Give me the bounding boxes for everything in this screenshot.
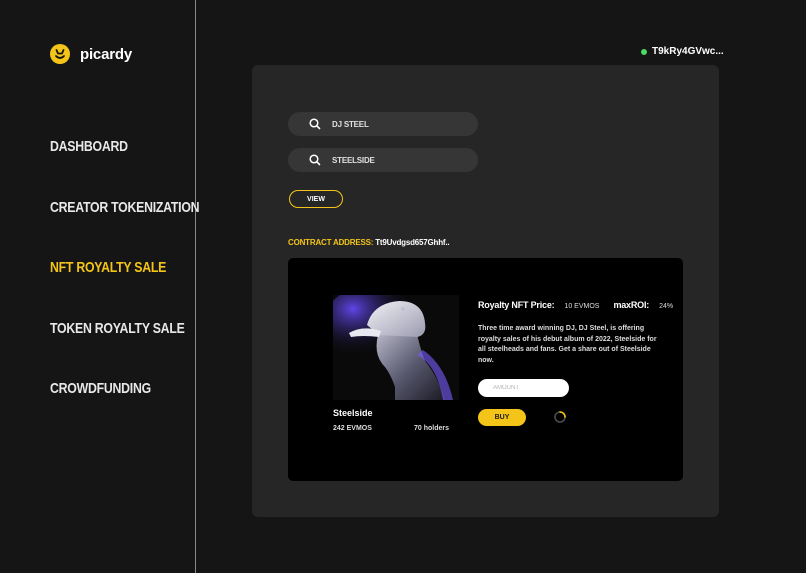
contract-address-value[interactable]: Tt9Uvdgsd657Ghhf.. [375, 238, 449, 247]
nav-item-crowdfunding[interactable]: CROWDFUNDING [50, 380, 151, 397]
wallet-address: T9kRy4GVwc... [652, 46, 724, 57]
search-icon [309, 118, 321, 130]
brand-name: picardy [80, 45, 132, 63]
buy-button[interactable]: BUY [478, 409, 526, 426]
wallet-indicator[interactable]: T9kRy4GVwc... [641, 46, 724, 57]
nft-holders-count: 70 holders [414, 425, 450, 432]
nav-item-nft-royalty-sale[interactable]: NFT ROYALTY SALE [50, 259, 166, 276]
nft-evmos-total: 242 EVMOS [333, 425, 372, 432]
contract-address: CONTRACT ADDRESS: Tt9Uvdgsd657Ghhf.. [288, 238, 450, 247]
title-search-input[interactable] [332, 155, 462, 165]
loading-spinner-icon [554, 411, 566, 423]
title-search-field[interactable] [288, 148, 478, 172]
view-button[interactable]: VIEW [289, 190, 343, 208]
roi-label: maxROI: [613, 300, 650, 310]
price-value: 10 EVMOS [564, 303, 600, 310]
nav-item-dashboard[interactable]: DASHBOARD [50, 138, 128, 155]
roi-value: 24% [659, 303, 674, 310]
price-row: Royalty NFT Price: 10 EVMOS maxROI: 24% [478, 300, 673, 310]
amount-input[interactable] [478, 379, 569, 397]
nft-artwork-image [333, 295, 459, 400]
nav-item-token-royalty-sale[interactable]: TOKEN ROYALTY SALE [50, 320, 185, 337]
artist-search-field[interactable] [288, 112, 478, 136]
search-icon [309, 154, 321, 166]
sidebar: picardy DASHBOARD CREATOR TOKENIZATION N… [0, 0, 200, 573]
nav-item-creator-tokenization[interactable]: CREATOR TOKENIZATION [50, 199, 200, 216]
contract-address-label: CONTRACT ADDRESS: [288, 238, 374, 247]
artist-search-input[interactable] [332, 119, 462, 129]
picardy-logo-icon [50, 44, 70, 64]
connected-status-dot [641, 48, 647, 55]
price-label: Royalty NFT Price: [478, 300, 555, 310]
nft-name: Steelside [333, 408, 373, 418]
nft-description: Three time award winning DJ, DJ Steel, i… [478, 325, 657, 365]
brand-logo[interactable]: picardy [50, 44, 132, 64]
